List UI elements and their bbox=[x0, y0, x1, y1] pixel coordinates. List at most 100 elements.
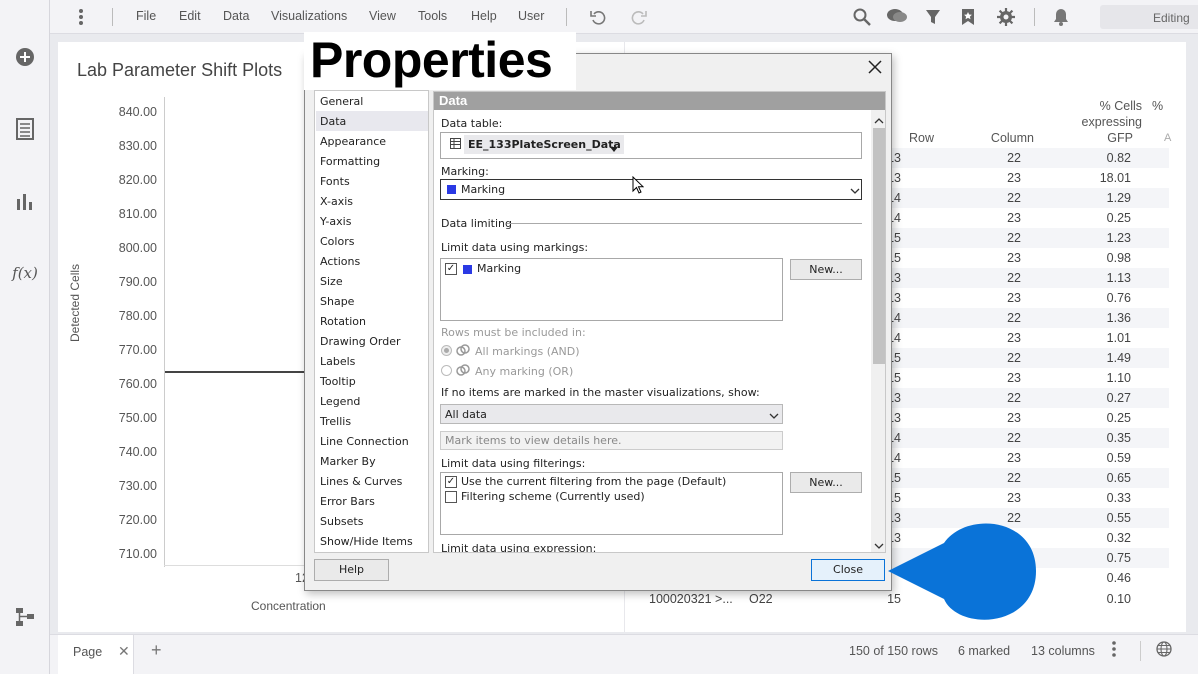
function-icon[interactable]: f(x) bbox=[12, 260, 38, 286]
collaboration-icon[interactable] bbox=[886, 6, 908, 28]
menu-user[interactable]: User bbox=[518, 9, 544, 23]
redo-icon[interactable] bbox=[628, 6, 650, 28]
cell-gfp: 1.13 bbox=[1106, 271, 1131, 285]
header-gfp-line3: GFP bbox=[1107, 131, 1133, 145]
nav-item-size[interactable]: Size bbox=[320, 275, 343, 288]
add-page-icon[interactable]: + bbox=[151, 640, 162, 661]
nav-item-general[interactable]: General bbox=[320, 95, 363, 108]
globe-icon[interactable] bbox=[1156, 641, 1172, 660]
no-items-select[interactable]: All data bbox=[440, 404, 783, 424]
add-icon[interactable] bbox=[12, 44, 38, 70]
y-tick-label: 830.00 bbox=[118, 139, 157, 153]
radio-any-marking[interactable] bbox=[441, 365, 452, 376]
nav-item-formatting[interactable]: Formatting bbox=[320, 155, 380, 168]
menu-tools[interactable]: Tools bbox=[418, 9, 447, 23]
undo-icon[interactable] bbox=[587, 6, 609, 28]
filter-icon[interactable] bbox=[922, 6, 944, 28]
menu-visualizations[interactable]: Visualizations bbox=[271, 9, 347, 23]
cell-id: 100020321 >... bbox=[649, 592, 733, 606]
filter-scheme-label: Filtering scheme (Currently used) bbox=[461, 490, 645, 503]
page-tab[interactable]: Page ✕ bbox=[58, 635, 134, 674]
cell-column: 23 bbox=[1007, 171, 1021, 185]
nav-item-shape[interactable]: Shape bbox=[320, 295, 354, 308]
menu-file[interactable]: File bbox=[136, 9, 156, 23]
data-table-combo[interactable]: EE_133PlateScreen_Data bbox=[464, 135, 624, 154]
cell-column: 22 bbox=[1007, 311, 1021, 325]
cell-column: 23 bbox=[1007, 491, 1021, 505]
cell-column: 23 bbox=[1007, 451, 1021, 465]
menu-view[interactable]: View bbox=[369, 9, 396, 23]
filter-default-checkbox[interactable]: ✓ bbox=[445, 476, 457, 488]
page-tab-label: Page bbox=[73, 645, 103, 659]
notifications-bell-icon[interactable] bbox=[1050, 6, 1072, 28]
bookmark-icon[interactable] bbox=[957, 6, 979, 28]
nav-item-y-axis[interactable]: Y-axis bbox=[320, 215, 351, 228]
nav-item-show-hide-items[interactable]: Show/Hide Items bbox=[320, 535, 413, 548]
radio-all-markings[interactable] bbox=[441, 345, 452, 356]
filter-scheme-checkbox[interactable] bbox=[445, 491, 457, 503]
nav-item-error-bars[interactable]: Error Bars bbox=[320, 495, 375, 508]
cell-gfp: 0.55 bbox=[1106, 511, 1131, 525]
marking-select[interactable]: Marking bbox=[440, 179, 862, 200]
scroll-up-icon[interactable] bbox=[874, 114, 884, 127]
nav-item-line-connection[interactable]: Line Connection bbox=[320, 435, 409, 448]
filterings-list: ✓ Use the current filtering from the pag… bbox=[440, 472, 783, 535]
search-icon[interactable] bbox=[851, 6, 873, 28]
menu-bar: File Edit Data Visualizations View Tools… bbox=[50, 0, 1198, 34]
cell-column: 22 bbox=[1007, 351, 1021, 365]
nav-item-data[interactable]: Data bbox=[320, 115, 346, 128]
table-icon bbox=[450, 138, 461, 152]
header-column[interactable]: Column bbox=[978, 130, 1034, 146]
data-canvas-icon[interactable] bbox=[12, 604, 38, 630]
panel-scrollbar[interactable] bbox=[871, 110, 885, 552]
close-icon[interactable] bbox=[867, 59, 885, 77]
nav-item-trellis[interactable]: Trellis bbox=[320, 415, 351, 428]
nav-item-labels[interactable]: Labels bbox=[320, 355, 355, 368]
mode-label: Editing bbox=[1153, 11, 1190, 25]
cell-gfp: 0.98 bbox=[1106, 251, 1131, 265]
marking-checkbox[interactable]: ✓ bbox=[445, 263, 457, 275]
menu-edit[interactable]: Edit bbox=[179, 9, 201, 23]
y-tick-label: 800.00 bbox=[118, 241, 157, 255]
nav-item-tooltip[interactable]: Tooltip bbox=[320, 375, 356, 388]
mode-dropdown[interactable]: Editing bbox=[1100, 5, 1198, 29]
data-table-icon[interactable] bbox=[12, 116, 38, 142]
close-button[interactable]: Close bbox=[811, 559, 885, 581]
cell-gfp: 0.75 bbox=[1106, 551, 1131, 565]
menu-data[interactable]: Data bbox=[223, 9, 249, 23]
nav-item-fonts[interactable]: Fonts bbox=[320, 175, 350, 188]
nav-item-actions[interactable]: Actions bbox=[320, 255, 360, 268]
nav-item-subsets[interactable]: Subsets bbox=[320, 515, 363, 528]
nav-item-lines-curves[interactable]: Lines & Curves bbox=[320, 475, 402, 488]
details-placeholder-field[interactable]: Mark items to view details here. bbox=[440, 431, 783, 450]
marking-list-label: Marking bbox=[477, 262, 522, 275]
radio-any-label: Any marking (OR) bbox=[475, 365, 574, 378]
settings-gear-icon[interactable] bbox=[995, 6, 1017, 28]
marked-count: 6 marked bbox=[958, 644, 1011, 658]
help-button[interactable]: Help bbox=[314, 559, 389, 581]
close-tab-icon[interactable]: ✕ bbox=[118, 643, 130, 660]
nav-item-x-axis[interactable]: X-axis bbox=[320, 195, 353, 208]
menu-help[interactable]: Help bbox=[471, 9, 497, 23]
cell-column: 22 bbox=[1007, 471, 1021, 485]
nav-item-drawing-order[interactable]: Drawing Order bbox=[320, 335, 401, 348]
more-vertical-icon[interactable] bbox=[70, 6, 92, 28]
properties-dialog: Properties General Data Appearance Formatti… bbox=[304, 32, 892, 591]
nav-item-legend[interactable]: Legend bbox=[320, 395, 360, 408]
nav-item-marker-by[interactable]: Marker By bbox=[320, 455, 376, 468]
columns-count: 13 columns bbox=[1031, 644, 1095, 658]
scroll-thumb[interactable] bbox=[873, 128, 885, 364]
new-marking-button[interactable]: New... bbox=[790, 259, 862, 280]
y-tick-label: 710.00 bbox=[118, 547, 157, 561]
more-options-icon[interactable] bbox=[1111, 641, 1117, 660]
nav-item-colors[interactable]: Colors bbox=[320, 235, 354, 248]
nav-item-rotation[interactable]: Rotation bbox=[320, 315, 366, 328]
status-separator bbox=[1140, 641, 1141, 661]
visualizations-icon[interactable] bbox=[12, 188, 38, 214]
plot-line[interactable] bbox=[165, 371, 308, 373]
scroll-down-icon[interactable] bbox=[874, 540, 884, 552]
data-panel: Data Data table: EE_133PlateScreen_Data … bbox=[433, 91, 886, 553]
cell-gfp: 0.46 bbox=[1106, 571, 1131, 585]
new-filtering-button[interactable]: New... bbox=[790, 472, 862, 493]
nav-item-appearance[interactable]: Appearance bbox=[320, 135, 386, 148]
